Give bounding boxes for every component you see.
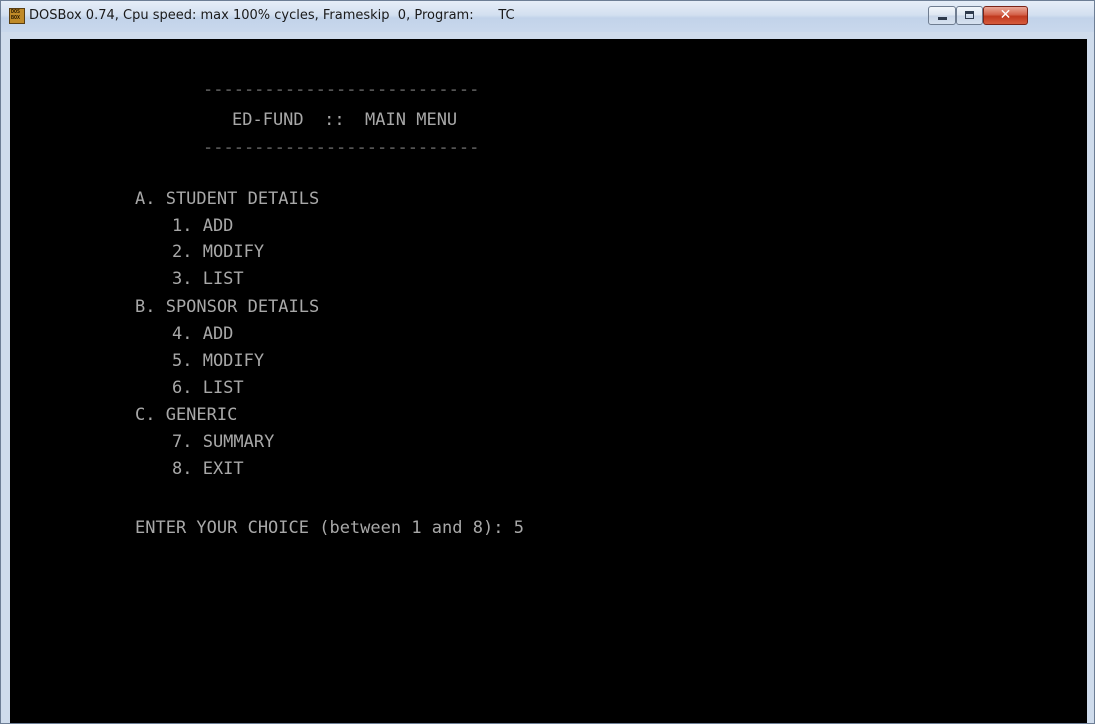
window-title: DOSBox 0.74, Cpu speed: max 100% cycles,…	[29, 8, 515, 23]
menu-option-3-list: 3. LIST	[172, 269, 244, 289]
menu-rule-top: ---------------------------	[203, 84, 480, 96]
maximize-icon	[965, 11, 974, 19]
minimize-icon	[938, 17, 947, 20]
menu-option-1-add: 1. ADD	[172, 216, 234, 236]
dosbox-window: DOS BOX DOSBox 0.74, Cpu speed: max 100%…	[0, 0, 1095, 724]
menu-option-5-modify: 5. MODIFY	[172, 351, 265, 371]
menu-option-2-modify: 2. MODIFY	[172, 242, 265, 262]
menu-title: ED-FUND :: MAIN MENU	[232, 110, 458, 130]
menu-option-8-exit: 8. EXIT	[172, 459, 244, 479]
menu-option-4-add: 4. ADD	[172, 324, 234, 344]
section-generic: C. GENERIC	[135, 405, 238, 425]
dosbox-icon[interactable]: DOS BOX	[9, 8, 25, 24]
choice-prompt[interactable]: ENTER YOUR CHOICE (between 1 and 8): 5	[135, 517, 524, 539]
menu-option-7-summary: 7. SUMMARY	[172, 432, 275, 452]
dos-screen[interactable]: --------------------------- ED-FUND :: M…	[10, 39, 1087, 723]
minimize-button[interactable]	[928, 6, 956, 25]
close-button[interactable]: ✕	[983, 6, 1028, 25]
maximize-button[interactable]	[956, 6, 983, 25]
section-student-details: A. STUDENT DETAILS	[135, 189, 320, 209]
menu-option-6-list: 6. LIST	[172, 378, 244, 398]
title-bar[interactable]: DOS BOX DOSBox 0.74, Cpu speed: max 100%…	[1, 1, 1094, 32]
icon-text-bottom: BOX	[11, 15, 21, 21]
menu-rule-bottom: ---------------------------	[203, 142, 480, 154]
close-icon: ✕	[999, 7, 1012, 23]
section-sponsor-details: B. SPONSOR DETAILS	[135, 297, 320, 317]
